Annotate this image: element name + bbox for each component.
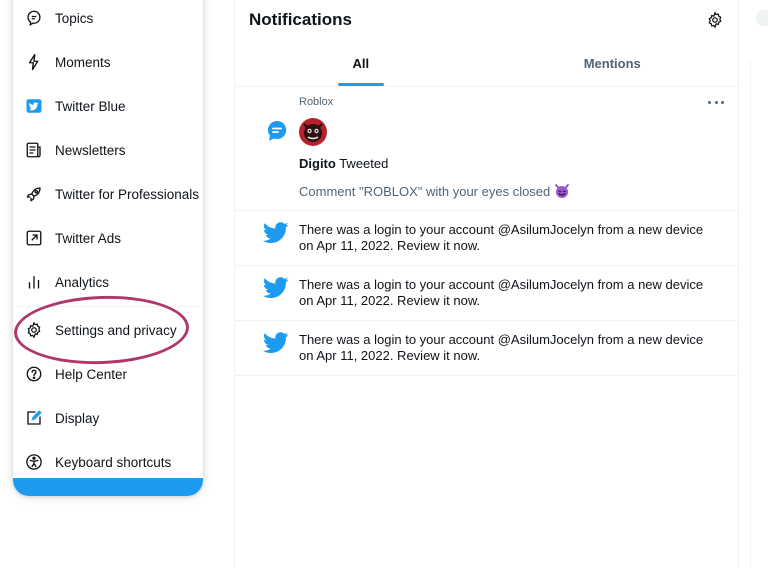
user-name-link[interactable]: Digito [299, 156, 336, 171]
menu-item-label: Keyboard shortcuts [55, 454, 172, 470]
notification-settings-button[interactable] [706, 11, 724, 29]
menu-divider [13, 306, 203, 307]
menu-item-twitter-ads[interactable]: Twitter Ads [13, 218, 203, 258]
speech-bubble-icon [265, 119, 289, 143]
lightning-icon [25, 53, 43, 71]
right-column-border [750, 60, 768, 568]
notification-item[interactable]: There was a login to your account @Asilu… [235, 211, 738, 266]
topics-icon [25, 9, 43, 27]
notifications-header: Notifications [235, 0, 738, 40]
menu-item-newsletters[interactable]: Newsletters [13, 130, 203, 170]
menu-item-settings-and-privacy[interactable]: Settings and privacy [13, 310, 203, 350]
menu-item-label: Display [55, 410, 100, 426]
twitter-blue-icon [25, 97, 43, 115]
page-title: Notifications [249, 10, 352, 29]
tab-label: Mentions [583, 55, 641, 71]
external-arrow-icon [25, 229, 43, 247]
gear-icon [25, 321, 43, 339]
twitter-bird-icon [263, 332, 289, 354]
menu-bottom-bar [13, 478, 203, 496]
menu-item-label: Topics [55, 10, 94, 26]
dot-icon [714, 100, 718, 104]
menu-item-twitter-for-professionals[interactable]: Twitter for Professionals [13, 174, 203, 214]
menu-item-label: Twitter Ads [55, 230, 122, 246]
more-menu: Topics Moments Twitter Blue Newsletters … [13, 0, 203, 496]
tab-mentions[interactable]: Mentions [487, 40, 739, 86]
notification-tabs: All Mentions [235, 40, 738, 87]
tab-all[interactable]: All [235, 40, 487, 86]
dot-icon [721, 100, 724, 104]
login-alert-text: There was a login to your account @Asilu… [299, 222, 704, 253]
menu-item-label: Analytics [55, 274, 110, 290]
newsletter-icon [25, 141, 43, 159]
accessibility-icon [25, 453, 43, 471]
menu-item-analytics[interactable]: Analytics [13, 262, 203, 302]
help-icon [25, 365, 43, 383]
menu-item-display[interactable]: Display [13, 398, 203, 438]
avatar[interactable] [299, 118, 327, 146]
tweet-preview-text: Comment "ROBLOX" with your eyes closed [299, 183, 551, 199]
notification-item[interactable]: There was a login to your account @Asilu… [235, 266, 738, 321]
menu-item-label: Newsletters [55, 142, 126, 158]
login-alert-text: There was a login to your account @Asilu… [299, 277, 704, 308]
notification-item[interactable]: There was a login to your account @Asilu… [235, 321, 738, 376]
menu-item-keyboard-shortcuts[interactable]: Keyboard shortcuts [13, 442, 203, 482]
menu-item-help-center[interactable]: Help Center [13, 354, 203, 394]
twitter-bird-icon [263, 222, 289, 244]
menu-item-label: Settings and privacy [55, 322, 177, 338]
menu-item-label: Help Center [55, 366, 128, 382]
bar-chart-icon [25, 273, 43, 291]
menu-item-topics[interactable]: Topics [13, 0, 203, 38]
smiling-devil-emoji-icon [555, 184, 570, 198]
right-panel-edge [756, 10, 768, 26]
notification-headline: Digito Tweeted [299, 156, 388, 171]
menu-item-label: Twitter for Professionals [55, 186, 200, 202]
menu-item-label: Twitter Blue [55, 98, 126, 114]
active-tab-indicator [337, 83, 384, 86]
tab-label: All [352, 55, 370, 71]
menu-item-twitter-blue[interactable]: Twitter Blue [13, 86, 203, 126]
dot-icon [708, 100, 711, 104]
tweet-preview[interactable]: Comment "ROBLOX" with your eyes closed [299, 183, 570, 199]
notification-item[interactable]: Roblox Digito Tweeted Comment "ROBLOX" w… [235, 87, 738, 211]
login-alert-text: There was a login to your account @Asilu… [299, 332, 704, 363]
notification-action: Tweeted [335, 156, 389, 171]
twitter-bird-icon [263, 277, 289, 299]
menu-item-label: Moments [55, 54, 111, 70]
display-pencil-icon [25, 409, 43, 427]
more-options-button[interactable] [708, 99, 724, 105]
notification-source: Roblox [299, 96, 334, 108]
notifications-column: Notifications All Mentions Roblox Digito… [234, 0, 739, 568]
gear-icon [708, 11, 722, 29]
menu-item-moments[interactable]: Moments [13, 42, 203, 82]
rocket-icon [25, 185, 43, 203]
